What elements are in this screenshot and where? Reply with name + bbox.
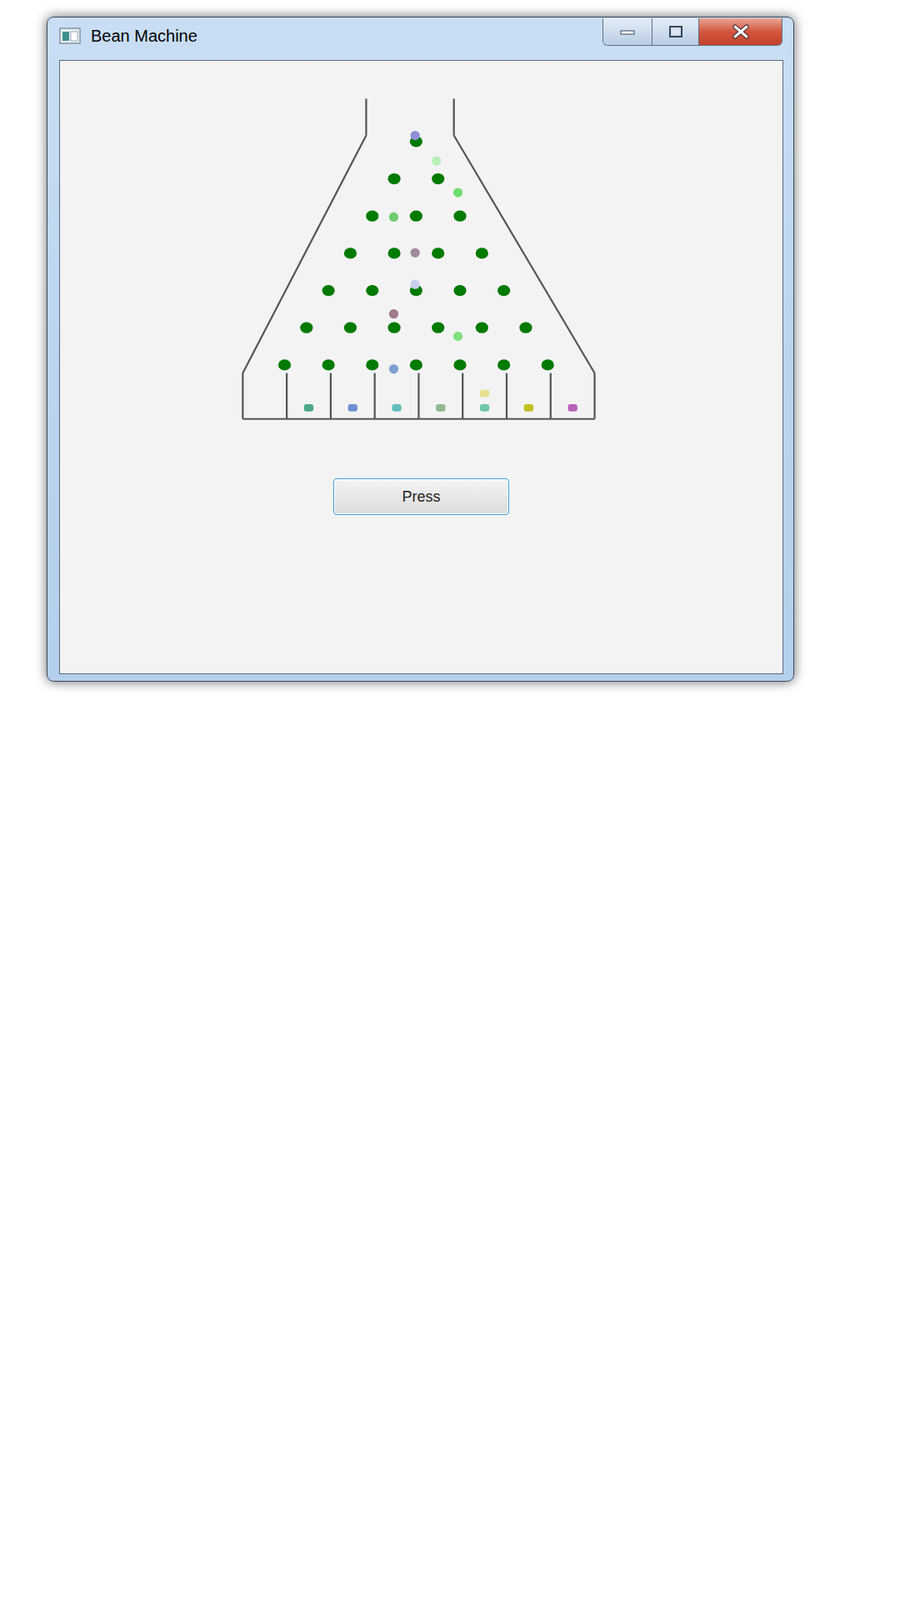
peg <box>344 322 357 334</box>
peg <box>541 359 555 370</box>
window-title: Bean Machine <box>90 23 198 49</box>
slot-divider <box>550 373 552 420</box>
peg <box>387 322 400 334</box>
slot-divider <box>330 373 332 420</box>
slot-divider <box>374 373 376 420</box>
falling-bean <box>453 187 463 197</box>
falling-bean <box>389 364 399 374</box>
peg <box>453 359 466 370</box>
window: Bean Machine Press <box>46 16 795 682</box>
falling-bean <box>431 155 441 165</box>
board-wall <box>242 135 366 374</box>
maximize-icon <box>668 25 684 39</box>
app-icon <box>59 26 81 45</box>
slot-bean <box>568 404 578 412</box>
peg <box>519 322 532 334</box>
falling-bean <box>389 309 399 319</box>
peg <box>497 359 510 370</box>
funnel-wall <box>453 98 455 135</box>
peg <box>278 359 291 370</box>
peg <box>387 247 400 259</box>
peg <box>431 173 445 185</box>
maximize-button[interactable] <box>652 18 700 45</box>
peg <box>365 210 379 222</box>
peg <box>453 285 466 296</box>
peg <box>322 285 335 296</box>
peg <box>300 322 313 334</box>
slot-divider <box>505 373 508 420</box>
peg <box>453 210 466 222</box>
peg <box>322 359 335 370</box>
peg <box>410 359 423 370</box>
falling-bean <box>410 130 420 140</box>
title-bar[interactable]: Bean Machine <box>47 17 794 60</box>
slot-bean <box>304 404 314 412</box>
content-area: Press <box>59 60 784 675</box>
peg <box>365 359 379 370</box>
slot-bean <box>480 404 490 412</box>
peg <box>431 322 445 334</box>
close-button[interactable] <box>699 18 782 45</box>
slot-bean <box>391 404 401 412</box>
slot-bean <box>348 404 358 412</box>
peg <box>387 173 400 185</box>
peg-grid <box>278 135 555 370</box>
peg <box>410 210 423 222</box>
peg <box>475 247 489 259</box>
close-icon <box>731 24 750 40</box>
slot-bean <box>435 404 445 412</box>
board-wall <box>593 373 595 420</box>
funnel-wall <box>365 98 367 135</box>
minimize-button[interactable] <box>603 18 653 45</box>
falling-bean <box>410 280 420 290</box>
peg <box>497 285 510 296</box>
board-wall <box>454 135 595 374</box>
falling-bean <box>389 212 399 222</box>
slot-bean <box>524 404 534 412</box>
board-wall <box>241 373 244 420</box>
falling-bean <box>453 331 463 341</box>
minimize-icon <box>620 27 635 36</box>
slot-divider <box>417 373 420 420</box>
slot-divider <box>461 373 464 420</box>
slot-bean <box>480 390 490 398</box>
bean-machine-board <box>232 87 610 430</box>
peg <box>365 285 379 296</box>
falling-bean <box>410 248 420 258</box>
peg <box>344 247 357 259</box>
peg <box>475 322 489 334</box>
peg <box>431 247 445 259</box>
press-button[interactable]: Press <box>333 478 510 515</box>
slot-divider <box>285 373 288 420</box>
